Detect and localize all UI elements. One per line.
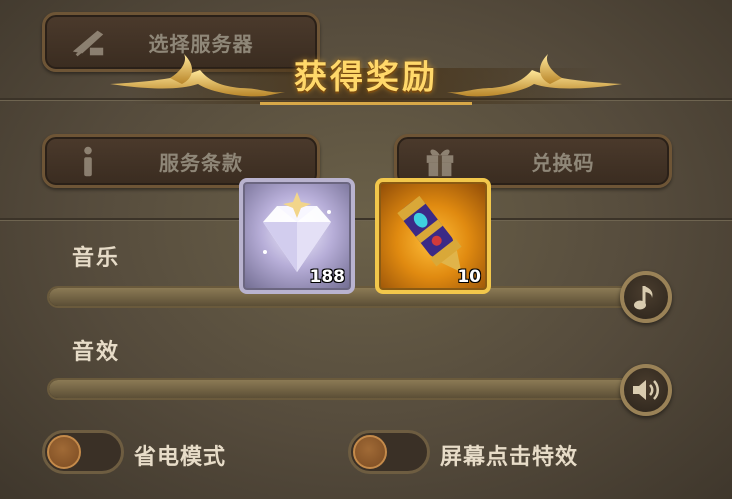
reward-title: 获得奖励 bbox=[294, 57, 438, 96]
diamond-count: 188 bbox=[309, 267, 346, 287]
sfx-label: 音效 bbox=[72, 340, 121, 365]
power-saving-toggle[interactable] bbox=[42, 430, 124, 474]
redeem-code-label: 兑换码 bbox=[531, 150, 595, 175]
music-slider-knob[interactable] bbox=[620, 271, 672, 323]
info-icon bbox=[84, 146, 92, 177]
reward-item-diamond[interactable]: 188 bbox=[239, 178, 355, 294]
gift-icon bbox=[426, 149, 454, 177]
power-saving-label: 省电模式 bbox=[134, 445, 227, 470]
terms-of-service-label: 服务条款 bbox=[159, 150, 243, 175]
sfx-slider-fill bbox=[49, 380, 645, 398]
gauntlet-count: 10 bbox=[457, 267, 481, 287]
music-note-icon bbox=[634, 286, 653, 310]
tap-effect-label: 屏幕点击特效 bbox=[440, 445, 579, 470]
speaker-icon bbox=[633, 380, 659, 400]
tap-effect-toggle-knob bbox=[353, 435, 387, 469]
music-label: 音乐 bbox=[72, 246, 121, 271]
tap-effect-toggle[interactable] bbox=[348, 430, 430, 474]
divider-middle bbox=[0, 218, 732, 220]
reward-item-gauntlet[interactable]: 10 bbox=[375, 178, 491, 294]
power-saving-toggle-knob bbox=[47, 435, 81, 469]
sfx-slider-knob[interactable] bbox=[620, 364, 672, 416]
sfx-slider[interactable] bbox=[47, 378, 647, 400]
